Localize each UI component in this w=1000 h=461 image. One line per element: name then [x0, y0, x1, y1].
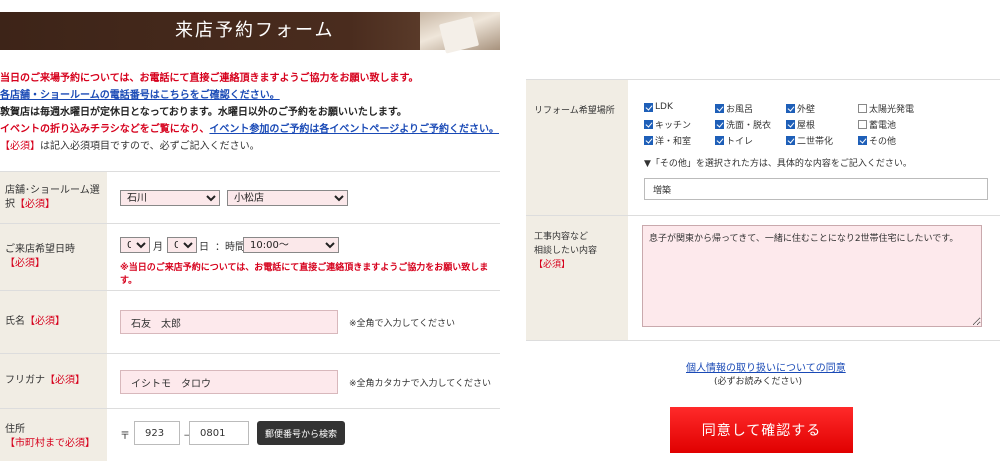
privacy-policy-link[interactable]: 個人情報の取り扱いについての同意	[686, 359, 846, 374]
notice-line-3: 敦賀店は毎週水曜日が定休日となっております。水曜日以外のご予約をお願いいたします…	[0, 107, 407, 118]
store-field: 石川 小松店	[107, 172, 500, 223]
time-label: 時間	[225, 242, 245, 253]
page-title: 来店予約フォーム	[175, 20, 335, 41]
form-banner: 来店予約フォーム	[0, 12, 500, 50]
checkbox-ldk[interactable]: LDK	[644, 102, 673, 112]
store-row: 店舗･ショールーム選択【必須】 石川 小松店	[0, 172, 500, 224]
zip-search-button[interactable]: 郵便番号から検索	[257, 421, 346, 445]
zip1-input[interactable]	[134, 421, 180, 445]
furigana-input[interactable]	[120, 370, 338, 394]
notice-block: 当日のご来場予約については、お電話にて直接ご連絡頂きますようご協力をお願い致しま…	[0, 70, 500, 155]
checkbox-battery[interactable]: 蓄電池	[858, 118, 896, 131]
furigana-row: フリガナ【必須】 ※全角カタカナで入力してください	[0, 354, 500, 409]
name-label: 氏名【必須】	[0, 291, 107, 353]
other-note: ▼「その他」を選択された方は、具体的な内容をご記入ください。	[644, 159, 912, 169]
left-panel: 来店予約フォーム 当日のご来場予約については、お電話にて直接ご連絡頂きますようご…	[0, 0, 500, 461]
day-select[interactable]: 08	[167, 237, 197, 253]
event-page-link[interactable]: イベント参加のご予約は各イベントページよりご予約ください。	[209, 124, 499, 135]
visit-date-label: ご来店希望日時 【必須】	[0, 224, 107, 290]
checkbox-solar[interactable]: 太陽光発電	[858, 102, 914, 115]
checkbox-other[interactable]: その他	[858, 134, 896, 147]
address-row: 住所 【市町村まで必須】 〒 － 郵便番号から検索	[0, 409, 500, 461]
time-select[interactable]: 10:00～	[243, 237, 339, 253]
privacy-note: (必ずお読みください)	[714, 377, 803, 387]
required-mark: 【必須】	[0, 141, 40, 152]
checkbox-washroom[interactable]: 洗面・脱衣	[715, 118, 771, 131]
other-input[interactable]	[644, 178, 988, 200]
prefecture-select[interactable]: 石川	[120, 190, 220, 206]
furigana-field: ※全角カタカナで入力してください	[107, 354, 500, 408]
visit-date-row: ご来店希望日時 【必須】 02 月 08 日 ： 時間 10:00～ ※当日のご…	[0, 224, 500, 291]
consult-row: 工事内容など 相談したい内容 【必須】 息子が関東から帰ってきて、一緒に住むこと…	[526, 216, 1000, 341]
form-left: 店舗･ショールーム選択【必須】 石川 小松店 ご来店希望日時 【必須】 02 月…	[0, 171, 500, 461]
checkbox-bath[interactable]: お風呂	[715, 102, 753, 115]
notice-line-5-text: は記入必須項目ですので、必ずご記入ください。	[40, 141, 260, 152]
address-label: 住所 【市町村まで必須】	[0, 409, 107, 461]
checkbox-exterior-wall[interactable]: 外壁	[786, 102, 815, 115]
furigana-hint: ※全角カタカナで入力してください	[349, 379, 492, 389]
name-hint: ※全角で入力してください	[349, 319, 456, 329]
checkbox-toilet[interactable]: トイレ	[715, 134, 753, 147]
name-row: 氏名【必須】 ※全角で入力してください	[0, 291, 500, 354]
month-unit: 月	[153, 242, 163, 253]
checkbox-roof[interactable]: 屋根	[786, 118, 815, 131]
notice-line-4-text: イベントの折り込みチラシなどをご覧になり、	[0, 124, 210, 135]
reform-label: リフォーム希望場所	[526, 80, 628, 215]
month-select[interactable]: 02	[120, 237, 150, 253]
notice-line-1: 当日のご来場予約については、お電話にて直接ご連絡頂きますようご協力をお願い致しま…	[0, 73, 419, 84]
agree-confirm-button[interactable]: 同意して確認する	[670, 407, 853, 453]
reform-row: リフォーム希望場所 LDK お風呂 外壁 太陽光発電 キッチン 洗面・脱衣 屋根…	[526, 79, 1000, 216]
time-separator: ：	[215, 242, 225, 253]
visit-date-field: 02 月 08 日 ： 時間 10:00～ ※当日のご来店予約については、お電話…	[107, 224, 500, 290]
store-label: 店舗･ショールーム選択【必須】	[0, 172, 107, 223]
postal-mark: 〒	[120, 431, 130, 442]
phone-list-link[interactable]: 各店舗・ショールームの電話番号はこちらをご確認ください。	[0, 90, 280, 101]
reform-field: LDK お風呂 外壁 太陽光発電 キッチン 洗面・脱衣 屋根 蓄電池 洋・和室 …	[628, 80, 1000, 215]
day-unit: 日	[199, 242, 209, 253]
zip2-input[interactable]	[189, 421, 249, 445]
address-field: 〒 － 郵便番号から検索	[107, 409, 500, 461]
furigana-label: フリガナ【必須】	[0, 354, 107, 408]
consult-label: 工事内容など 相談したい内容 【必須】	[526, 216, 628, 340]
name-input[interactable]	[120, 310, 338, 334]
checkbox-room[interactable]: 洋・和室	[644, 134, 691, 147]
name-field: ※全角で入力してください	[107, 291, 500, 353]
visit-note: ※当日のご来店予約については、お電話にて直接ご連絡頂きますようご協力をお願い致し…	[120, 263, 489, 286]
store-select[interactable]: 小松店	[227, 190, 348, 206]
checkbox-kitchen[interactable]: キッチン	[644, 118, 691, 131]
consult-field: 息子が関東から帰ってきて、一緒に住むことになり2世帯住宅にしたいです。	[628, 216, 1000, 340]
right-panel: リフォーム希望場所 LDK お風呂 外壁 太陽光発電 キッチン 洗面・脱衣 屋根…	[526, 0, 1000, 461]
checkbox-two-generation[interactable]: 二世帯化	[786, 134, 833, 147]
banner-decoration	[420, 12, 500, 50]
consult-textarea[interactable]: 息子が関東から帰ってきて、一緒に住むことになり2世帯住宅にしたいです。	[642, 225, 982, 327]
